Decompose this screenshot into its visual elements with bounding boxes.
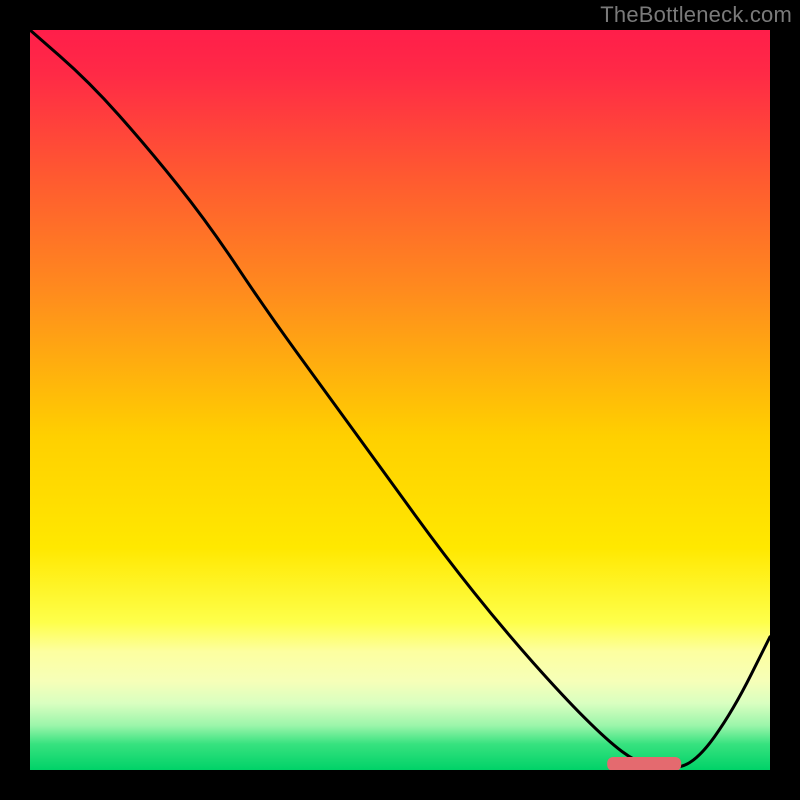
plot-area [30,30,770,770]
optimal-range-marker [607,757,681,770]
watermark-text: TheBottleneck.com [600,2,792,28]
chart-container: TheBottleneck.com [0,0,800,800]
chart-svg [30,30,770,770]
